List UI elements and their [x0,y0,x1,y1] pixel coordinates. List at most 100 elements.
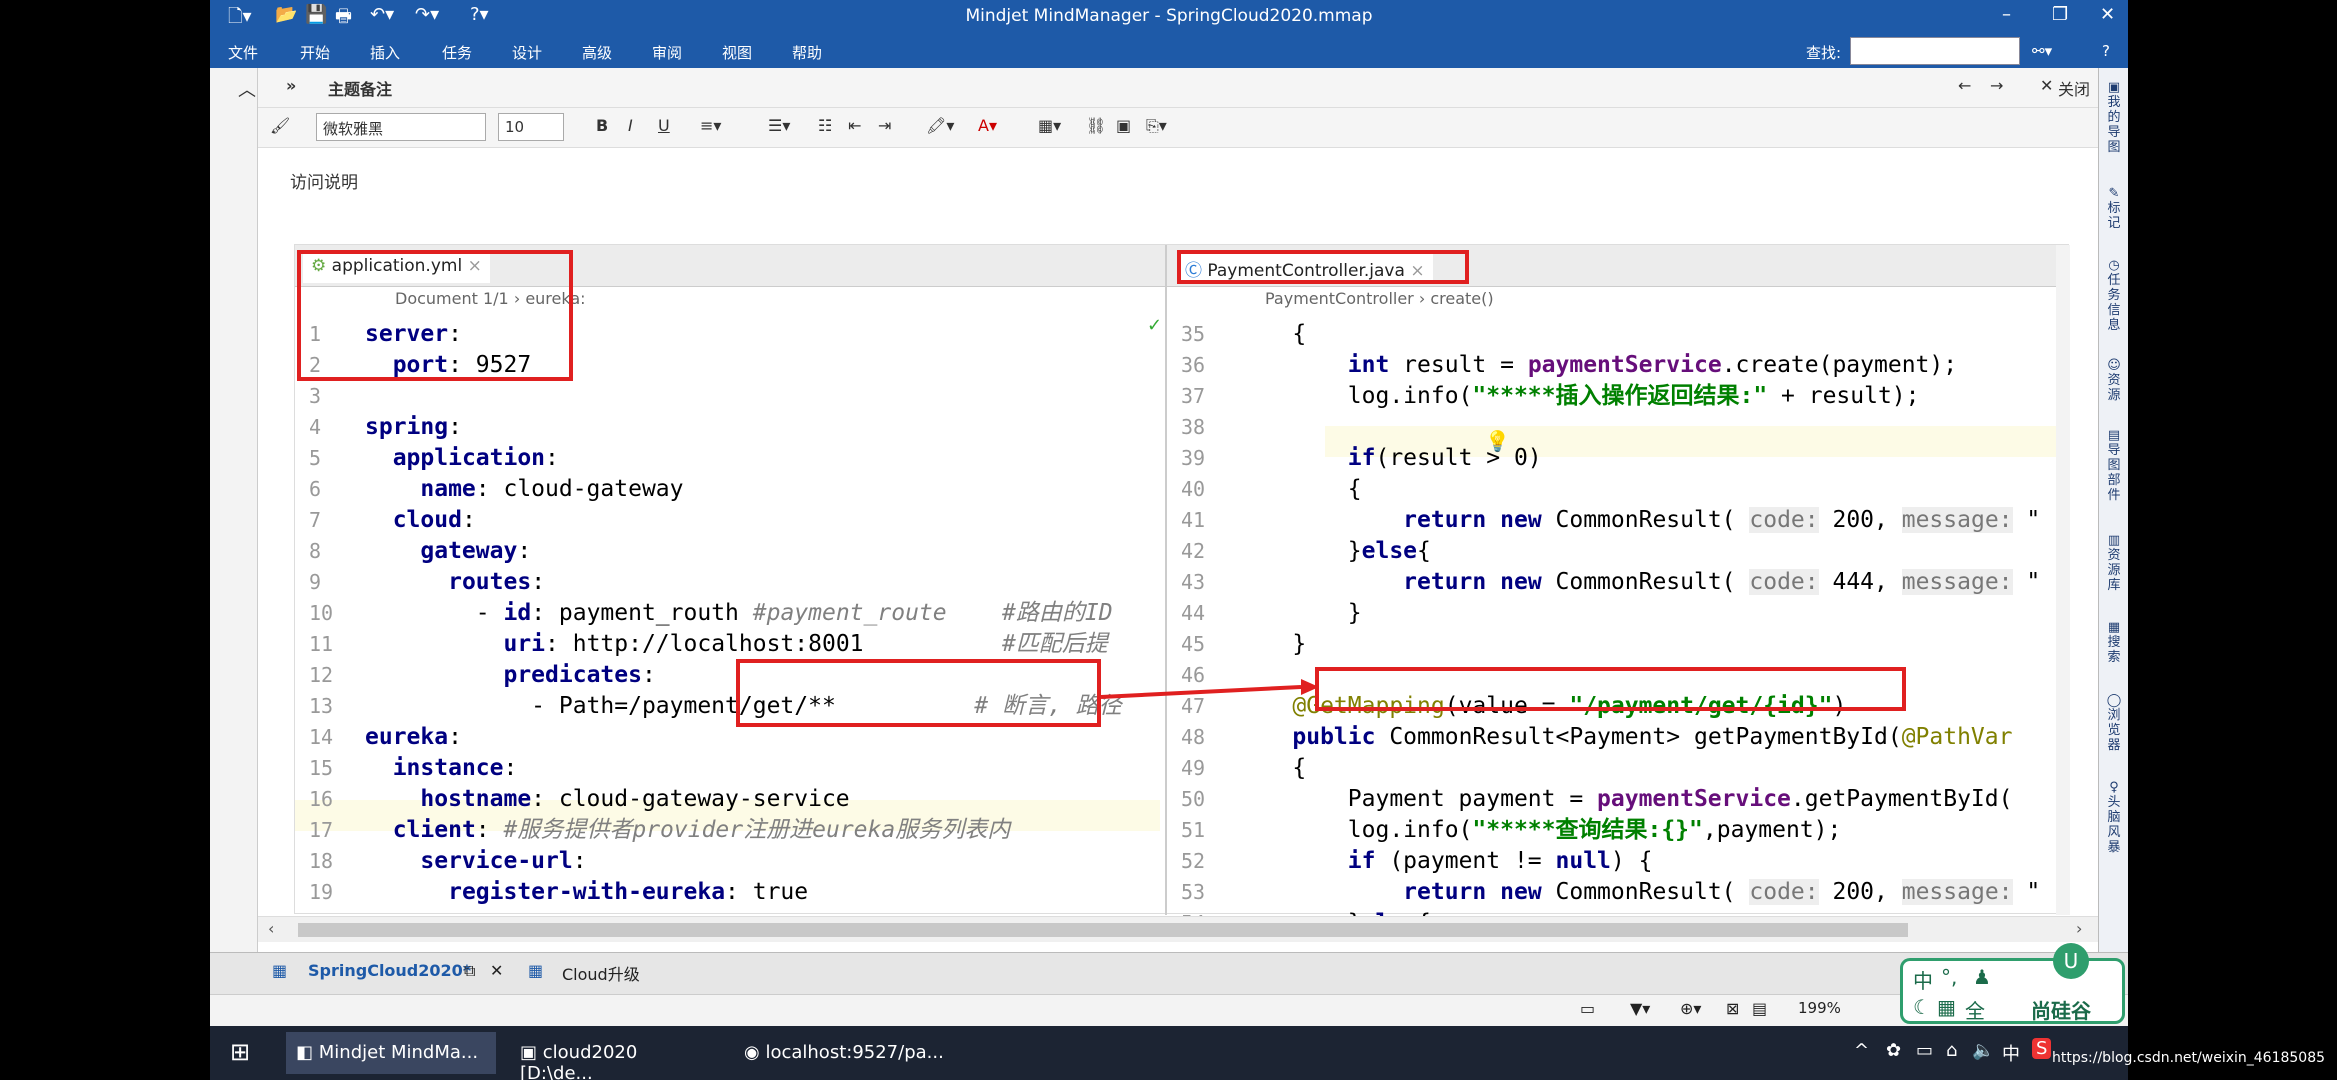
doc-tab-cloud-upgrade[interactable]: Cloud升级 [562,961,640,985]
tray-up-icon[interactable]: ^ [1854,1040,1869,1061]
zoom-level[interactable]: 199% [1798,999,1841,1017]
code-line[interactable]: service-url: [365,846,586,877]
code-line[interactable]: } [1237,598,1362,629]
ime-moon-icon[interactable]: ☾ [1913,995,1931,1019]
code-line[interactable]: application: [365,443,559,474]
bullet-list-icon[interactable]: ☷ [818,116,832,135]
code-line[interactable]: { [1237,319,1306,350]
vertical-scrollbar[interactable] [2056,245,2070,915]
volume-icon[interactable]: 🔈 [1972,1040,1994,1061]
code-line[interactable]: Payment payment = paymentService.getPaym… [1237,784,2013,815]
brainstorm-tab[interactable]: ♀ 头脑风暴 [2102,780,2126,855]
ime-width[interactable]: 全 [1965,995,1985,1024]
close-doc-icon[interactable]: ✕ [490,961,503,980]
close-icon[interactable]: ✕ [2100,4,2115,25]
indent-icon[interactable]: ⇥ [878,116,891,135]
collapse-up-icon[interactable]: ︿ [238,76,256,102]
code-line[interactable]: return new CommonResult( code: 200, mess… [1237,505,2040,536]
code-line[interactable]: gateway: [365,536,531,567]
scroll-right-icon[interactable]: › [2076,919,2082,938]
code-line[interactable]: predicates: [365,660,655,691]
input-lang[interactable]: 中 [2002,1040,2020,1066]
horizontal-scrollbar[interactable]: ‹ › [258,916,2098,942]
code-line[interactable]: log.info("*****插入操作返回结果:" + result); [1237,381,1920,412]
taskbar-mindjet[interactable]: ◧ Mindjet MindMa... [286,1032,496,1074]
code-line[interactable]: if (payment != null) { [1237,846,1653,877]
ime-toolbar[interactable]: 中 °, ♟ ☾ ▦ 全 尚硅谷 U [1900,943,2125,1024]
underline-icon[interactable]: U [658,116,670,135]
library-tab[interactable]: ▥ 资源库 [2102,533,2126,593]
close-notes-button[interactable]: 关闭 [2058,76,2090,100]
network-icon[interactable]: ⌂ [1946,1040,1957,1061]
ime-keyboard-icon[interactable]: ▦ [1937,995,1956,1019]
fit-icon[interactable]: ⊠ [1726,999,1739,1018]
menu-advanced[interactable]: 高级 [582,42,612,63]
code-line[interactable]: eureka: [365,722,462,753]
align-icon[interactable]: ≡▾ [700,116,721,135]
menu-review[interactable]: 审阅 [652,42,682,63]
my-maps-tab[interactable]: ▣ 我的导图 [2102,80,2126,155]
scroll-left-icon[interactable]: ‹ [268,919,274,938]
menu-help[interactable]: 帮助 [792,42,822,63]
ime-mode[interactable]: 中 [1913,965,1933,994]
back-arrow-icon[interactable]: ← [1958,76,1971,95]
code-line[interactable]: { [1237,474,1362,505]
ime-user-icon[interactable]: ♟ [1973,965,1991,989]
code-line[interactable]: uri: http://localhost:8001 #匹配后提 [365,629,1107,660]
code-line[interactable]: log.info("*****查询结果:{}",payment); [1237,815,1842,846]
code-line[interactable]: cloud: [365,505,476,536]
forward-arrow-icon[interactable]: → [1990,76,2003,95]
menu-design[interactable]: 设计 [512,42,542,63]
code-line[interactable]: int result = paymentService.create(payme… [1237,350,1957,381]
expand-notes-icon[interactable]: » [286,76,296,95]
scroll-thumb[interactable] [298,923,1908,937]
code-line[interactable]: if(result > 0) [1237,443,1542,474]
focus-icon[interactable]: ⊕▾ [1680,999,1701,1018]
table-icon[interactable]: ▦▾ [1038,116,1061,135]
close-notes-icon[interactable]: ✕ [2040,76,2053,95]
font-color-icon[interactable]: A▾ [978,116,997,135]
minimize-icon[interactable]: – [2002,4,2011,25]
page-view-icon[interactable]: ▤ [1752,999,1767,1018]
outdent-icon[interactable]: ⇤ [848,116,861,135]
code-line[interactable]: hostname: cloud-gateway-service [365,784,849,815]
float-tab-icon[interactable]: ⧉ [464,961,475,981]
code-line[interactable]: } [1237,629,1306,660]
map-parts-tab[interactable]: ▤ 导图部件 [2102,428,2126,503]
font-select[interactable]: 微软雅黑 [316,113,486,141]
doc-tab-springcloud[interactable]: SpringCloud2020* [308,961,471,980]
resources-tab[interactable]: ☺ 资源 [2102,358,2126,403]
tray-app-icon[interactable]: ✿ [1886,1040,1901,1061]
code-line[interactable]: client: #服务提供者provider注册进eureka服务列表内 [365,815,1011,846]
numbered-list-icon[interactable]: ☰▾ [768,116,790,135]
format-painter-icon[interactable]: 🖌 [270,116,290,135]
menu-task[interactable]: 任务 [442,42,472,63]
insert-object-icon[interactable]: ⎘▾ [1146,116,1167,136]
size-select[interactable]: 10 [498,113,564,141]
code-line[interactable]: public CommonResult<Payment> getPaymentB… [1237,722,2012,753]
bold-icon[interactable]: B [596,116,608,135]
code-line[interactable]: return new CommonResult( code: 200, mess… [1237,877,2040,908]
italic-icon[interactable]: I [628,116,633,135]
link-icon[interactable]: ⛓ [1086,116,1106,135]
code-line[interactable]: spring: [365,412,462,443]
taskbar-intellij[interactable]: ▣ cloud2020 [D:\de... [510,1032,720,1080]
help-circle-icon[interactable]: ? [2102,42,2110,60]
code-line[interactable]: register-with-eureka: true [365,877,808,908]
menu-insert[interactable]: 插入 [370,42,400,63]
code-line[interactable]: - id: payment_routh #payment_route #路由的I… [365,598,1113,629]
search-tab[interactable]: ▦ 搜索 [2102,620,2126,665]
find-input[interactable] [1850,37,2020,65]
code-line[interactable]: { [1237,753,1306,784]
ime-punct-icon[interactable]: °, [1941,965,1957,989]
task-info-tab[interactable]: ◷ 任务信息 [2102,258,2126,333]
sogou-icon[interactable]: S [2032,1038,2052,1059]
menu-file[interactable]: 文件 [228,42,258,63]
highlight-icon[interactable]: 🖍▾ [926,116,954,135]
find-options-icon[interactable]: ⚯▾ [2032,42,2052,60]
page-icon[interactable]: ▭ [1580,999,1595,1018]
split-divider[interactable] [1165,245,1167,915]
filter-icon[interactable]: ▼▾ [1630,999,1650,1018]
windows-start-icon[interactable]: ⊞ [230,1038,250,1066]
battery-icon[interactable]: ▭ [1916,1040,1933,1061]
